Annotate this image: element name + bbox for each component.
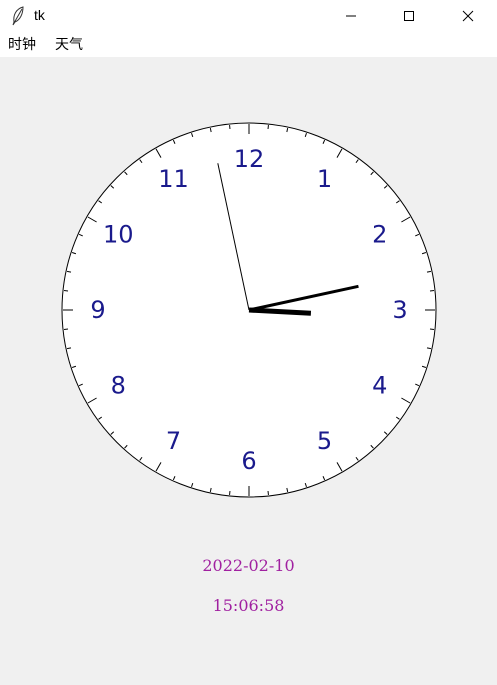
analog-clock: 121234567891011 bbox=[61, 122, 437, 498]
title-bar[interactable]: tk bbox=[0, 0, 497, 32]
clock-numeral-7: 7 bbox=[166, 427, 181, 455]
clock-numeral-12: 12 bbox=[234, 145, 265, 173]
date-label: 2022-02-10 bbox=[202, 556, 295, 575]
menu-item-clock[interactable]: 时钟 bbox=[8, 37, 36, 53]
clock-numeral-3: 3 bbox=[392, 296, 407, 324]
clock-numeral-4: 4 bbox=[372, 372, 387, 400]
close-button[interactable] bbox=[439, 0, 497, 32]
clock-numeral-8: 8 bbox=[111, 372, 126, 400]
clock-numeral-2: 2 bbox=[372, 221, 387, 249]
close-icon bbox=[462, 10, 474, 22]
clock-numeral-9: 9 bbox=[90, 296, 105, 324]
hour-hand bbox=[248, 307, 312, 316]
clock-numeral-10: 10 bbox=[103, 221, 134, 249]
clock-numeral-1: 1 bbox=[317, 165, 332, 193]
minimize-button[interactable] bbox=[322, 0, 380, 32]
clock-numeral-6: 6 bbox=[241, 447, 256, 475]
window-title: tk bbox=[34, 7, 45, 23]
clock-numeral-5: 5 bbox=[317, 427, 332, 455]
maximize-icon bbox=[404, 11, 414, 21]
minimize-icon bbox=[346, 15, 356, 17]
clock-numeral-11: 11 bbox=[158, 165, 189, 193]
time-label: 15:06:58 bbox=[212, 596, 285, 615]
feather-icon bbox=[10, 6, 26, 26]
menu-bar: 时钟 天气 bbox=[0, 32, 497, 57]
menu-item-weather[interactable]: 天气 bbox=[55, 37, 83, 53]
tk-window: tk 时钟 天气 12 1 2 3 4 5 6 7 8 9 10 11 2022-02-1 bbox=[0, 0, 497, 685]
maximize-button[interactable] bbox=[380, 0, 438, 32]
